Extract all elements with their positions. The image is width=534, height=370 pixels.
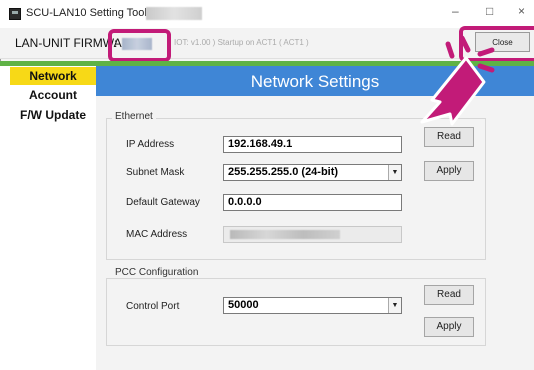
minimize-icon[interactable]: – [452,4,459,18]
pcc-read-button[interactable]: Read [424,285,474,305]
title-bar: SCU-LAN10 Setting Tool - Ver – □ × [0,0,534,28]
sidebar-item-fw-update[interactable]: F/W Update [10,106,96,124]
chevron-down-icon[interactable]: ▼ [388,165,401,180]
app-icon [9,8,21,20]
close-icon[interactable]: × [518,4,525,18]
firmware-label: LAN-UNIT FIRMWA [15,36,122,50]
control-port-label: Control Port [126,301,180,312]
ethernet-legend: Ethernet [112,111,156,122]
header-band: Network Settings [96,66,534,96]
subnet-mask-select[interactable]: 255.255.255.0 (24-bit) ▼ [223,164,402,181]
maximize-icon[interactable]: □ [486,4,493,18]
ethernet-apply-button[interactable]: Apply [424,161,474,181]
chevron-down-icon[interactable]: ▼ [388,298,401,313]
main-panel: Network Settings Ethernet IP Address 192… [96,66,534,370]
ip-address-label: IP Address [126,139,175,150]
ip-address-input[interactable]: 192.168.49.1 [223,136,402,153]
sidebar: Network Account F/W Update [0,66,96,370]
mac-address-label: MAC Address [126,229,188,240]
firmware-highlight [108,29,171,62]
mac-address-field [223,226,402,243]
mac-address-redacted [230,230,340,239]
settings-window: SCU-LAN10 Setting Tool - Ver – □ × LAN-U… [0,0,534,370]
subnet-mask-value: 255.255.255.0 (24-bit) [228,166,339,178]
pcc-apply-button[interactable]: Apply [424,317,474,337]
default-gateway-label: Default Gateway [126,197,200,208]
default-gateway-input[interactable]: 0.0.0.0 [223,194,402,211]
firmware-status: IOT: v1.00 ) Startup on ACT1 ( ACT1 ) [174,38,309,47]
sidebar-item-network[interactable]: Network [10,67,96,85]
firmware-row: LAN-UNIT FIRMWA : IOT: v1.00 ) Startup o… [0,28,534,59]
page-title: Network Settings [250,72,380,91]
version-redacted [146,7,202,20]
sidebar-item-account[interactable]: Account [10,86,96,104]
control-port-value: 50000 [228,299,259,311]
ethernet-read-button[interactable]: Read [424,127,474,147]
control-port-select[interactable]: 50000 ▼ [223,297,402,314]
close-button-highlight [459,26,534,62]
subnet-mask-label: Subnet Mask [126,167,185,178]
pcc-configuration-legend: PCC Configuration [112,267,202,278]
